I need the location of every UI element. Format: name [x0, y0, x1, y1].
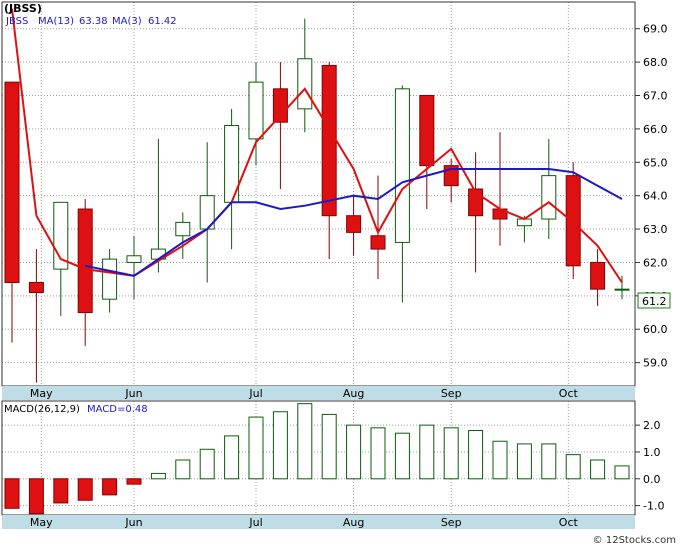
candle-body: [272, 88, 288, 123]
legend-ma3-value: 61.42: [148, 16, 177, 27]
price-tick-label: 66.0: [643, 123, 668, 136]
macd-bar: [126, 478, 142, 485]
macd-bar: [224, 435, 240, 480]
last-price-label: 61.2: [642, 295, 667, 308]
price-tick-label: 62.0: [643, 256, 668, 269]
candle-body: [175, 221, 191, 237]
macd-bar: [541, 443, 557, 480]
price-tick-label: 69.0: [643, 23, 668, 36]
price-tick-label: 64.0: [643, 190, 668, 203]
legend-ma13: MA(13): [38, 16, 74, 27]
candle-body: [419, 94, 435, 167]
candle-body: [28, 281, 44, 294]
macd-tick-label: 1.0: [643, 446, 661, 459]
macd-bar: [346, 424, 362, 480]
macd-bar: [394, 432, 410, 480]
month-label: Jul: [248, 387, 262, 400]
macd-month-band: [2, 515, 635, 529]
macd-tick-label: 2.0: [643, 419, 661, 432]
stock-chart: 59.060.061.062.063.064.065.066.067.068.0…: [0, 0, 680, 546]
price-tick-label: 59.0: [643, 357, 668, 370]
macd-bar: [297, 403, 313, 480]
month-label: Jun: [124, 387, 142, 400]
candle-body: [102, 258, 118, 300]
macd-bar: [516, 443, 532, 480]
macd-bar: [248, 416, 264, 480]
legend-ma3: MA(3): [112, 16, 142, 27]
macd-bar: [443, 427, 459, 480]
macd-legend-value: MACD=0.48: [87, 404, 148, 415]
macd-tick-label: 0.0: [643, 473, 661, 486]
candle-body: [370, 235, 386, 250]
candle-body: [346, 215, 362, 233]
price-tick-label: 67.0: [643, 89, 668, 102]
macd-bar: [175, 459, 191, 480]
macd-bar: [150, 472, 166, 480]
month-label: Oct: [559, 387, 579, 400]
month-label: Sep: [441, 387, 462, 400]
candle-body: [248, 81, 264, 140]
macd-bar: [468, 430, 484, 480]
month-label: Jul: [248, 516, 262, 529]
macd-bar: [272, 411, 288, 480]
attribution: © 12Stocks.com: [593, 535, 676, 546]
month-label: Jun: [124, 516, 142, 529]
candle-body: [4, 81, 20, 283]
candle-body: [394, 88, 410, 243]
macd-bar: [4, 478, 20, 509]
legend-symbol: JBSS: [5, 16, 28, 27]
price-month-band: [2, 386, 635, 400]
price-tick-label: 65.0: [643, 156, 668, 169]
candle-body: [77, 208, 93, 314]
macd-legend-label: MACD(26,12,9): [4, 404, 80, 415]
candle-body: [297, 58, 313, 110]
month-label: Sep: [441, 516, 462, 529]
macd-bar: [614, 465, 630, 480]
candle-body: [126, 255, 142, 263]
macd-bar: [77, 478, 93, 501]
macd-bar: [102, 478, 118, 496]
symbol-label: (JBSS): [4, 2, 42, 15]
macd-bar: [565, 454, 581, 480]
macd-bar: [53, 478, 69, 504]
candle-body: [614, 288, 630, 291]
macd-bar: [419, 424, 435, 480]
macd-bar: [492, 440, 508, 480]
candle-body: [321, 64, 337, 217]
macd-bar: [590, 459, 606, 480]
legend-ma13-value: 63.38: [79, 16, 108, 27]
candle-body: [541, 175, 557, 220]
macd-bar: [199, 448, 215, 480]
month-label: Oct: [559, 516, 579, 529]
macd-bar: [370, 427, 386, 480]
month-label: May: [30, 387, 53, 400]
price-tick-label: 68.0: [643, 56, 668, 69]
price-tick-label: 63.0: [643, 223, 668, 236]
month-label: Aug: [343, 516, 364, 529]
macd-tick-label: -1.0: [643, 500, 664, 513]
candle-body: [590, 261, 606, 290]
macd-bar: [28, 478, 44, 515]
month-label: Aug: [343, 387, 364, 400]
price-tick-label: 60.0: [643, 323, 668, 336]
month-label: May: [30, 516, 53, 529]
candle-body: [565, 175, 581, 267]
macd-bar: [321, 413, 337, 480]
